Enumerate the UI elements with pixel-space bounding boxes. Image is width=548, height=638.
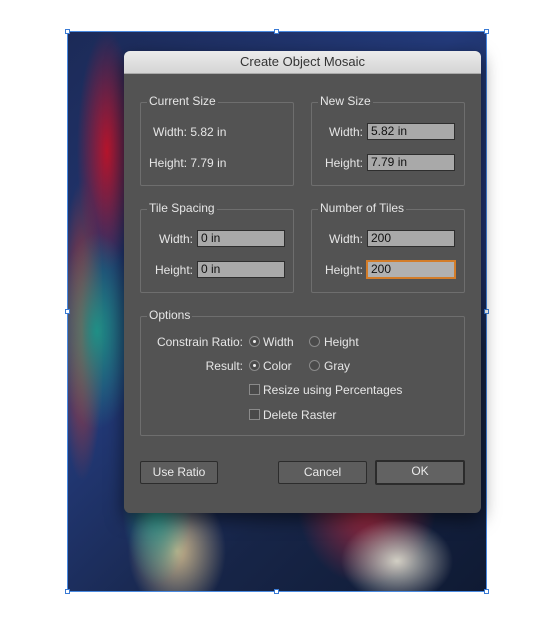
- selection-handle-middle-left[interactable]: [65, 309, 70, 314]
- spacing-width-label: Width:: [158, 232, 193, 246]
- selection-handle-top-center[interactable]: [274, 29, 279, 34]
- current-height-label: Height:: [149, 156, 188, 170]
- result-gray-radio[interactable]: [309, 360, 320, 371]
- result-label: Result:: [205, 359, 243, 373]
- selection-handle-bottom-right[interactable]: [484, 589, 489, 594]
- constrain-ratio-row: Constrain Ratio: Width Height: [141, 333, 461, 351]
- resize-percentages-checkbox[interactable]: [249, 384, 260, 395]
- options-title: Options: [147, 308, 193, 322]
- current-width-value: 5.82 in: [190, 125, 227, 139]
- result-color-radio[interactable]: [249, 360, 260, 371]
- constrain-width-label[interactable]: Width: [263, 333, 294, 351]
- delete-raster-label[interactable]: Delete Raster: [263, 406, 336, 424]
- delete-raster-row: Delete Raster: [141, 406, 461, 424]
- tiles-width-input[interactable]: 200: [367, 230, 455, 247]
- new-size-title: New Size: [318, 94, 373, 108]
- cancel-button[interactable]: Cancel: [278, 461, 367, 484]
- tile-spacing-title: Tile Spacing: [147, 201, 217, 215]
- selection-handle-bottom-center[interactable]: [274, 589, 279, 594]
- result-row: Result: Color Gray: [141, 357, 461, 375]
- selection-handle-top-right[interactable]: [484, 29, 489, 34]
- create-object-mosaic-dialog: Create Object Mosaic Current Size Width:…: [124, 51, 481, 513]
- new-size-group: New Size Width: 5.82 in Height: 7.79 in: [311, 94, 465, 186]
- new-height-label: Height:: [324, 156, 363, 170]
- current-height-value: 7.79 in: [190, 156, 227, 170]
- new-width-input[interactable]: 5.82 in: [367, 123, 455, 140]
- tile-spacing-group: Tile Spacing Width: 0 in Height: 0 in: [140, 201, 294, 293]
- tiles-height-input[interactable]: 200: [367, 261, 455, 278]
- result-color-label[interactable]: Color: [263, 357, 292, 375]
- constrain-width-radio[interactable]: [249, 336, 260, 347]
- use-ratio-button[interactable]: Use Ratio: [140, 461, 218, 484]
- number-of-tiles-title: Number of Tiles: [318, 201, 407, 215]
- tiles-width-label: Width:: [328, 232, 363, 246]
- delete-raster-checkbox[interactable]: [249, 409, 260, 420]
- tiles-height-label: Height:: [324, 263, 363, 277]
- selection-handle-top-left[interactable]: [65, 29, 70, 34]
- current-width-label: Width:: [153, 125, 188, 139]
- current-size-title: Current Size: [147, 94, 218, 108]
- selection-handle-bottom-left[interactable]: [65, 589, 70, 594]
- ok-button[interactable]: OK: [375, 460, 465, 485]
- constrain-height-radio[interactable]: [309, 336, 320, 347]
- new-height-input[interactable]: 7.79 in: [367, 154, 455, 171]
- selection-handle-middle-right[interactable]: [484, 309, 489, 314]
- number-of-tiles-group: Number of Tiles Width: 200 Height: 200: [311, 201, 465, 293]
- result-gray-label[interactable]: Gray: [324, 357, 350, 375]
- constrain-height-label[interactable]: Height: [324, 333, 359, 351]
- spacing-height-input[interactable]: 0 in: [197, 261, 285, 278]
- new-width-label: Width:: [328, 125, 363, 139]
- current-height-row: Height: 7.79 in: [149, 154, 226, 172]
- spacing-width-input[interactable]: 0 in: [197, 230, 285, 247]
- constrain-ratio-label: Constrain Ratio:: [156, 335, 243, 349]
- dialog-title: Create Object Mosaic: [124, 51, 481, 74]
- spacing-height-label: Height:: [154, 263, 193, 277]
- resize-percentages-label[interactable]: Resize using Percentages: [263, 381, 402, 399]
- current-width-row: Width: 5.82 in: [153, 123, 226, 141]
- options-group: Options Constrain Ratio: Width Height Re…: [140, 308, 465, 436]
- current-size-group: Current Size Width: 5.82 in Height: 7.79…: [140, 94, 294, 186]
- resize-percentages-row: Resize using Percentages: [141, 381, 461, 399]
